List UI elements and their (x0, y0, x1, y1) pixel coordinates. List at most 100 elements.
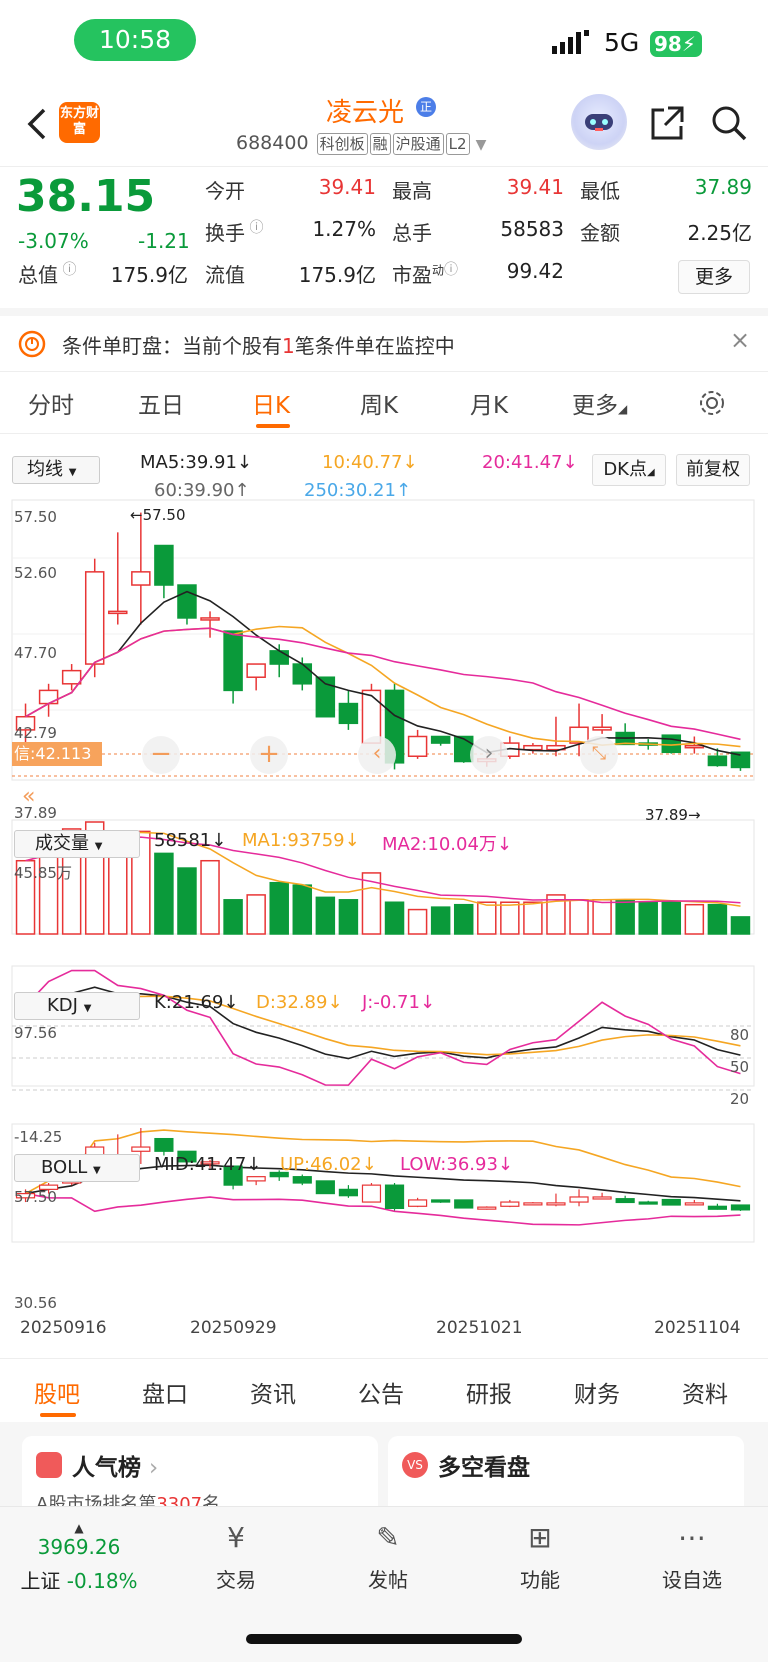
ma-selector[interactable]: 均线 ▼ (12, 456, 100, 484)
kdj-level-50: 50 (730, 1058, 750, 1076)
date-label-2: 20250929 (190, 1318, 277, 1338)
share-icon[interactable] (648, 104, 686, 142)
nav-post[interactable]: ✎ 发帖 (338, 1521, 438, 1593)
bull-bear-card[interactable]: VS 多空看盘 (388, 1436, 744, 1516)
more-quote-button[interactable]: 更多 (678, 260, 750, 294)
tab-profile[interactable]: 资料 (682, 1375, 728, 1409)
index-widget[interactable]: ▲ 3969.26 上证 -0.18% (20, 1521, 138, 1594)
more-dots-icon: ⋯ (678, 1521, 706, 1554)
volume-selector[interactable]: 成交量 ▼ (14, 830, 140, 858)
tab-research[interactable]: 研报 (466, 1375, 512, 1409)
nav-add-watchlist[interactable]: ⋯ 设自选 (642, 1521, 742, 1593)
market-cap-label: 总值 ⓘ (18, 262, 77, 287)
candle-body (707, 755, 728, 767)
volume-bar (200, 859, 220, 935)
volume-bar (453, 903, 474, 935)
back-arrow-icon[interactable] (22, 104, 52, 144)
high-value: 39.41 (506, 175, 564, 199)
price-tick-3: 47.70 (14, 644, 57, 662)
tab-weekly-k[interactable]: 周K (360, 386, 398, 420)
fullscreen-icon[interactable]: ⤡ (580, 736, 618, 774)
volume-label: 58581↓ (154, 830, 227, 851)
zoom-in-icon[interactable]: + (250, 736, 288, 774)
tab-news[interactable]: 资讯 (250, 1375, 296, 1409)
tab-intraday[interactable]: 分时 (28, 386, 74, 420)
tab-forum[interactable]: 股吧 (34, 1375, 80, 1409)
close-icon[interactable]: × (730, 326, 750, 354)
battery-indicator: 98⚡ (650, 31, 702, 57)
kdj-selector[interactable]: KDJ ▼ (14, 992, 140, 1020)
ma60-label: 60:39.90↑ (154, 480, 250, 501)
kdj-max-tick: 97.56 (14, 1024, 57, 1042)
tab-orderbook[interactable]: 盘口 (142, 1375, 188, 1409)
price-tick-top: 57.50 (14, 508, 57, 526)
dk-point-button[interactable]: DK点◢ (592, 454, 666, 486)
boll-candle-body (454, 1199, 474, 1209)
boll-candle-body (131, 1146, 151, 1152)
pan-left-icon[interactable]: ‹ (358, 736, 396, 774)
info-icon[interactable]: ⓘ (444, 262, 458, 278)
volume-max-tick: 45.85万 (14, 864, 72, 882)
bull-bear-title: 多空看盘 (438, 1455, 530, 1481)
volume-bar (569, 899, 589, 935)
tab-announcements[interactable]: 公告 (358, 1375, 404, 1409)
volume-bar (177, 867, 197, 935)
volume-bar (730, 916, 751, 935)
info-icon[interactable]: ⓘ (58, 262, 76, 278)
low-value: 37.89 (694, 175, 752, 199)
pe-label: 市盈动ⓘ (392, 262, 459, 287)
float-cap-label: 流值 (205, 263, 245, 287)
tab-daily-k[interactable]: 日K (252, 386, 290, 420)
caret-up-icon: ▲ (74, 1521, 84, 1535)
tab-monthly-k[interactable]: 月K (470, 386, 508, 420)
network-label: 5G (604, 28, 640, 57)
ma5-label: MA5:39.91↓ (140, 452, 252, 473)
volume-ma1-label: MA1:93759↓ (242, 830, 360, 851)
market-tag: 科创板 (316, 133, 368, 155)
volume-ma2-label: MA2:10.04万↓ (382, 834, 512, 855)
max-price-label: ←57.50 (130, 506, 186, 524)
period-tabs: 分时 五日 日K 周K 月K 更多◢ (0, 372, 768, 434)
tab-more[interactable]: 更多◢ (572, 386, 627, 420)
tab-financials[interactable]: 财务 (574, 1375, 620, 1409)
volume-bar (269, 881, 289, 935)
popularity-card[interactable]: 人气榜 › A股市场排名第3307名 (22, 1436, 378, 1516)
candle-body (246, 663, 266, 678)
candle-body (269, 650, 289, 665)
adjust-button[interactable]: 前复权 (676, 454, 750, 486)
boll-selector[interactable]: BOLL ▼ (14, 1154, 140, 1182)
robot-assistant-icon[interactable] (571, 94, 627, 150)
nav-trade[interactable]: ¥ 交易 (186, 1521, 286, 1593)
volume-bar (407, 908, 428, 935)
boll-candle-body (338, 1188, 359, 1197)
stock-code: 688400 (236, 132, 309, 154)
verified-badge: 正 (416, 97, 436, 117)
condition-order-banner[interactable]: 条件单盯盘：当前个股有1笔条件单在监控中 × (0, 308, 768, 372)
tab-five-day[interactable]: 五日 (138, 386, 184, 420)
info-icon[interactable]: ⓘ (245, 220, 263, 236)
gear-icon[interactable] (697, 388, 727, 418)
open-value: 39.41 (318, 175, 376, 199)
candle-body (523, 744, 543, 751)
boll-up-label: UP:46.02↓ (280, 1154, 377, 1175)
status-time: 10:58 (74, 19, 196, 61)
price-tick-4: 42.79 (14, 724, 57, 742)
level2-tag: L2 (445, 133, 470, 155)
volume-label: 总手 (392, 221, 432, 245)
connect-tag: 沪股通 (392, 133, 444, 155)
price-tick-bottom: 37.89 (14, 804, 57, 822)
candle-body (131, 571, 151, 586)
date-label-4: 20251104 (654, 1318, 741, 1338)
kline-chart-area[interactable]: 均线 ▼ MA5:39.91↓ 10:40.77↓ 20:41.47↓ 60:3… (0, 434, 768, 1356)
boll-candle-body (431, 1199, 451, 1203)
stock-code-row[interactable]: 688400 科创板融沪股通 L2 ▼ (236, 132, 486, 155)
zoom-out-icon[interactable]: − (142, 736, 180, 774)
date-label-3: 20251021 (436, 1318, 523, 1338)
pan-right-icon[interactable]: › (470, 736, 508, 774)
candle-body (38, 689, 59, 705)
nav-functions[interactable]: ⊞ 功能 (490, 1521, 590, 1593)
volume-bar (592, 899, 612, 935)
search-icon[interactable] (710, 104, 748, 142)
scroll-left-icon[interactable]: « (22, 784, 35, 809)
candle-body (592, 726, 612, 731)
